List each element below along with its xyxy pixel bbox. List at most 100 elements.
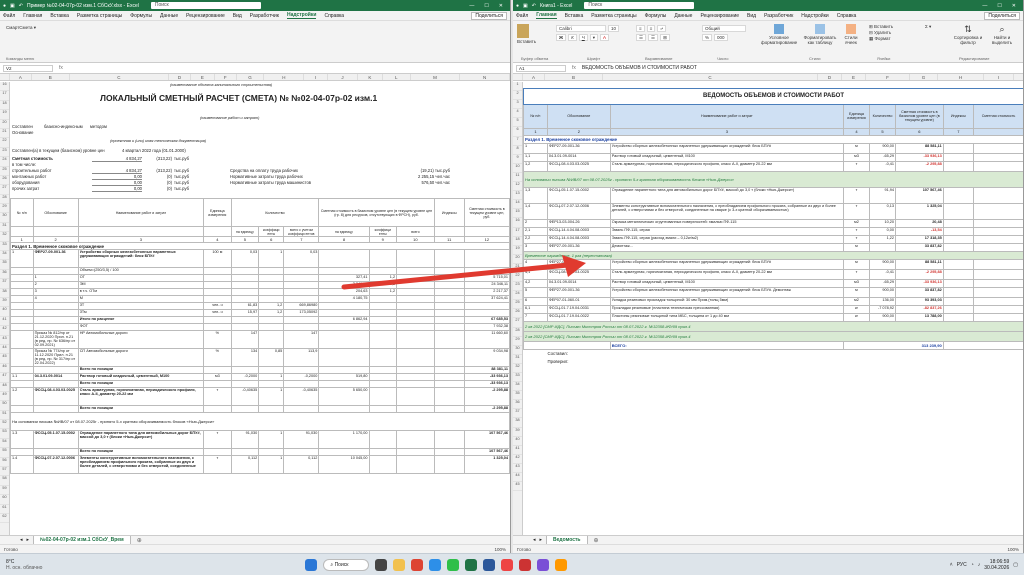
cell-q2[interactable] bbox=[258, 330, 285, 349]
cell-unit[interactable]: кг bbox=[842, 304, 870, 314]
cell-c1[interactable] bbox=[318, 405, 370, 413]
ribbon-tab[interactable]: Главная bbox=[536, 12, 557, 19]
cell-styles-button[interactable]: Стили ячеек bbox=[841, 24, 861, 45]
cell-total[interactable] bbox=[973, 258, 1023, 270]
cell-unit[interactable] bbox=[203, 448, 232, 456]
cell-cost[interactable]: -2 295,88 bbox=[894, 160, 944, 172]
cell-q3[interactable]: 669,86980 bbox=[283, 302, 320, 310]
cell-qty[interactable] bbox=[868, 242, 896, 252]
tray-chevron-icon[interactable]: ˄ bbox=[950, 562, 953, 568]
row-number[interactable]: 61 bbox=[0, 505, 9, 514]
column-header-f[interactable]: F bbox=[866, 74, 910, 80]
search-box[interactable]: Поиск bbox=[584, 2, 695, 9]
column-header-a[interactable]: A bbox=[523, 74, 545, 80]
cell-name[interactable]: СП Автомобильные дороги bbox=[77, 348, 205, 367]
format-cells-button[interactable]: ▦ Формат bbox=[869, 36, 893, 42]
tab-scroll-left-icon[interactable]: ◂ bbox=[533, 537, 536, 543]
zoom-level[interactable]: 100% bbox=[494, 547, 506, 552]
cell-n[interactable]: 1,1 bbox=[523, 152, 548, 162]
cell-q3[interactable] bbox=[283, 316, 320, 324]
cell-q2[interactable]: 1,2 bbox=[258, 302, 285, 310]
weather-widget[interactable]: 8°C Н. осн. облачно bbox=[6, 559, 42, 571]
row-number[interactable]: 27 bbox=[513, 318, 522, 328]
cell-unit[interactable]: т bbox=[842, 186, 870, 204]
cell-cost[interactable]: 33 837,82 bbox=[894, 286, 944, 298]
cell-unit[interactable] bbox=[203, 405, 232, 413]
cell-idx[interactable] bbox=[433, 323, 465, 331]
row-number[interactable]: 41 bbox=[513, 446, 522, 455]
cell-qty[interactable]: -7 078,92 bbox=[868, 304, 896, 314]
cell-unit[interactable] bbox=[203, 267, 232, 275]
column-header-i[interactable]: I bbox=[984, 74, 1014, 80]
bold-button[interactable]: Ж bbox=[556, 34, 567, 41]
cell-n[interactable]: 4,2 bbox=[523, 278, 548, 288]
table-row[interactable]: Всего по позиции -2 295,88 bbox=[10, 405, 510, 413]
cell-idx[interactable] bbox=[433, 455, 465, 474]
table-row[interactable]: Объем=(250/3,5) / 100 bbox=[10, 267, 510, 275]
cell-c3[interactable] bbox=[396, 373, 435, 381]
underline-button[interactable]: Ч bbox=[578, 34, 588, 41]
yandex-icon[interactable] bbox=[411, 558, 424, 571]
cell-c3[interactable] bbox=[396, 330, 435, 349]
row-number[interactable]: 54 bbox=[0, 439, 9, 449]
cell-code[interactable]: ФССЦ-05.1.07.15-0002 bbox=[32, 430, 79, 449]
cell-unit[interactable]: чел.-ч bbox=[203, 309, 232, 317]
cell-c1[interactable]: 6 862,94 bbox=[318, 316, 370, 324]
cell-code[interactable]: ФЕР27-09-001-36 bbox=[546, 258, 611, 270]
cell-n[interactable]: 1.2 bbox=[10, 387, 34, 406]
cell-q2[interactable] bbox=[258, 405, 285, 413]
row-number[interactable]: 34 bbox=[513, 382, 522, 392]
font-color-icon[interactable]: A bbox=[600, 34, 610, 41]
cell-code[interactable]: ФССЦ-07.2.07.12-0006 bbox=[32, 455, 79, 474]
cell-q1[interactable]: 61,83 bbox=[230, 302, 260, 310]
cell-unit[interactable]: т bbox=[203, 455, 232, 474]
table-row[interactable]: 4,1 ФССЦ-08.4.03.03-0025 Сталь арматурная,… bbox=[523, 268, 1023, 280]
cell-code[interactable]: ФССЦ-07.2.07.12-0006 bbox=[546, 202, 611, 220]
cell-n[interactable] bbox=[10, 330, 34, 349]
cell-unit[interactable]: м2 bbox=[842, 296, 870, 306]
whatsapp-icon[interactable] bbox=[447, 558, 460, 571]
cell-name[interactable]: Раствор готовый кладочный, цементный, М1… bbox=[609, 278, 844, 288]
cell-c3[interactable] bbox=[396, 309, 435, 317]
cell-q1[interactable]: 0,112 bbox=[230, 455, 260, 474]
cell-code[interactable] bbox=[32, 366, 79, 374]
row-number[interactable]: 6 bbox=[513, 127, 522, 137]
cell-cost[interactable]: -2 295,88 bbox=[894, 268, 944, 280]
cell-c2[interactable] bbox=[368, 405, 398, 413]
cell-tot[interactable] bbox=[463, 302, 510, 310]
cell-code[interactable]: 2 bbox=[32, 281, 79, 289]
cell-tot[interactable]: 1 325,04 bbox=[463, 455, 510, 474]
ribbon-tab[interactable]: Разработчик bbox=[250, 13, 279, 19]
column-header-c[interactable]: C bbox=[603, 74, 818, 80]
cell-c2[interactable] bbox=[368, 330, 398, 349]
cell-code[interactable]: ФССЦ-08.4.03.03-0025 bbox=[546, 160, 611, 172]
cell-n[interactable]: 2,1 bbox=[523, 226, 548, 236]
table-row[interactable]: Итого по расценке 6 862,94 67 685,53 bbox=[10, 316, 510, 324]
row-number[interactable]: 39 bbox=[513, 428, 522, 437]
row-number[interactable]: 31 bbox=[0, 223, 9, 233]
cell-q1[interactable]: 0,03 bbox=[230, 249, 260, 268]
row-number[interactable]: 42 bbox=[0, 326, 9, 336]
cell-q3[interactable] bbox=[283, 288, 320, 296]
cell-q3[interactable]: 0,112 bbox=[283, 455, 320, 474]
cell-q3[interactable] bbox=[283, 295, 320, 303]
cell-q2[interactable]: 1 bbox=[258, 373, 285, 381]
cell-q2[interactable]: 1 bbox=[258, 249, 285, 268]
row-number[interactable]: 32 bbox=[513, 364, 522, 373]
row-number[interactable]: 22 bbox=[0, 138, 9, 148]
row-number[interactable]: 52 bbox=[0, 420, 9, 430]
row-number[interactable]: 31 bbox=[513, 355, 522, 364]
cell-name[interactable]: Раствор готовый кладочный, цементный, М1… bbox=[609, 152, 844, 162]
cell-q1[interactable] bbox=[230, 274, 260, 282]
cell-idx[interactable] bbox=[942, 234, 975, 244]
table-row[interactable]: 7 ФССЦ-01.7.19.04-0022 Пластины резиновые … bbox=[523, 312, 1023, 322]
cell-q3[interactable] bbox=[283, 405, 320, 413]
row-number[interactable]: 27 bbox=[0, 185, 9, 195]
row-number[interactable]: 29 bbox=[513, 337, 522, 346]
row-number[interactable]: 30 bbox=[0, 213, 9, 223]
ribbon-tab[interactable]: Разработчик bbox=[764, 13, 793, 19]
ribbon-tab[interactable]: Файл bbox=[516, 13, 528, 19]
row-number[interactable]: 33 bbox=[0, 242, 9, 252]
cell-idx[interactable] bbox=[942, 278, 975, 288]
cell-q3[interactable] bbox=[283, 448, 320, 456]
